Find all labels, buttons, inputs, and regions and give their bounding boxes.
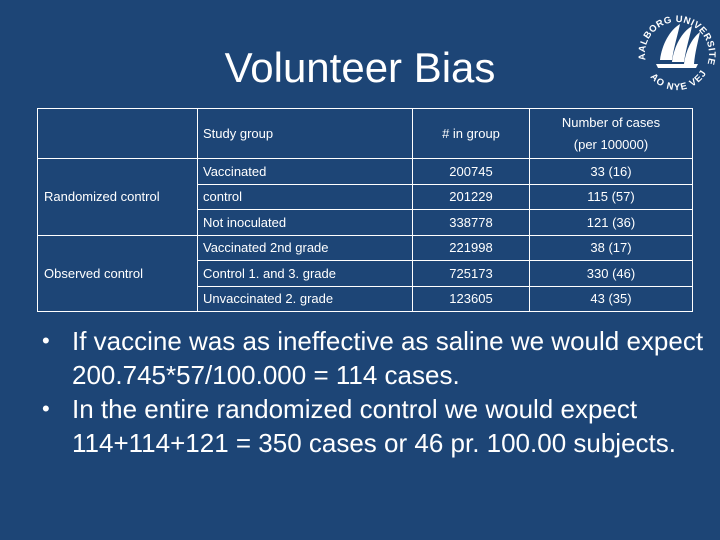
cell-study-group: Unvaccinated 2. grade xyxy=(197,285,413,312)
bullet-dot-icon: • xyxy=(42,328,50,353)
table-row: Randomized control Vaccinated 200745 33 … xyxy=(37,158,693,236)
cell-in-group: 725173 xyxy=(412,260,530,287)
bullet-text: If vaccine was as ineffective as saline … xyxy=(72,326,704,390)
bullet-item: • In the entire randomized control we wo… xyxy=(40,392,710,460)
cell-in-group: 221998 xyxy=(412,234,530,261)
aalborg-university-logo-icon: AALBORG UNIVERSITET AO NYE VEJE xyxy=(628,0,720,93)
cell-cases: 115 (57) xyxy=(529,183,693,210)
header-cases: Number of cases (per 100000) xyxy=(529,108,693,159)
cell-in-group: 201229 xyxy=(412,183,530,210)
section-label-observed: Observed control xyxy=(37,234,198,312)
cell-cases: 330 (46) xyxy=(529,260,693,287)
cell-cases: 121 (36) xyxy=(529,209,693,236)
cell-study-group: Not inoculated xyxy=(197,209,413,236)
table-header-row: Study group # in group Number of cases (… xyxy=(37,108,693,159)
header-group xyxy=(37,108,198,159)
bullet-dot-icon: • xyxy=(42,396,50,421)
cell-cases: 38 (17) xyxy=(529,234,693,261)
bullet-text: In the entire randomized control we woul… xyxy=(72,394,676,458)
table-row: Observed control Vaccinated 2nd grade 22… xyxy=(37,234,693,312)
cell-study-group: control xyxy=(197,183,413,210)
section-label-randomized: Randomized control xyxy=(37,158,198,236)
cell-study-group: Control 1. and 3. grade xyxy=(197,260,413,287)
cell-study-group: Vaccinated 2nd grade xyxy=(197,234,413,261)
cell-in-group: 200745 xyxy=(412,158,530,185)
header-study-group: Study group xyxy=(197,108,413,159)
cell-in-group: 123605 xyxy=(412,285,530,312)
cell-in-group: 338778 xyxy=(412,209,530,236)
cell-cases: 33 (16) xyxy=(529,158,693,185)
bullet-item: • If vaccine was as ineffective as salin… xyxy=(40,324,710,392)
header-cases-line2: (per 100000) xyxy=(573,136,649,152)
volunteer-bias-table: Study group # in group Number of cases (… xyxy=(37,108,693,312)
slide-title: Volunteer Bias xyxy=(224,44,496,91)
bullet-list: • If vaccine was as ineffective as salin… xyxy=(40,324,710,460)
header-cases-line1: Number of cases xyxy=(561,114,661,130)
header-in-group: # in group xyxy=(412,108,530,159)
cell-cases: 43 (35) xyxy=(529,285,693,312)
cell-study-group: Vaccinated xyxy=(197,158,413,185)
